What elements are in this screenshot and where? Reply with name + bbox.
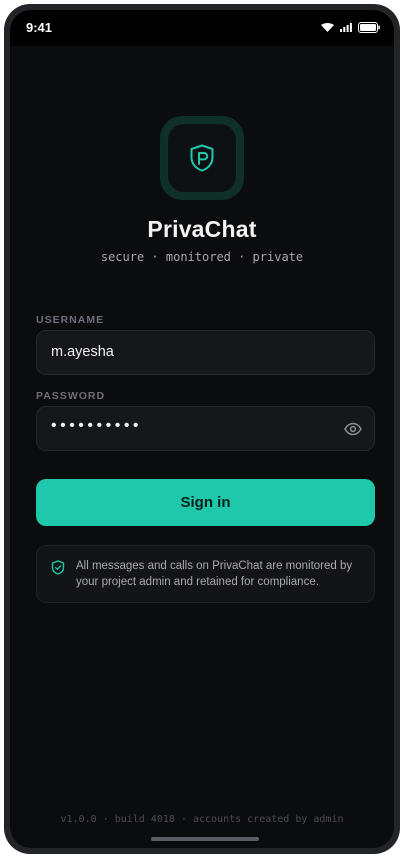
app-tagline: secure · monitored · private: [100, 250, 304, 264]
password-label: PASSWORD: [36, 390, 106, 402]
sign-in-button[interactable]: Sign in: [36, 479, 375, 526]
status-bar: 9:41: [10, 10, 394, 46]
eye-icon[interactable]: [344, 421, 362, 437]
login-screen: 9:41 PrivaChat secure · monitored · priv…: [10, 10, 394, 848]
phone-frame: 9:41 PrivaChat secure · monitored · priv…: [4, 4, 400, 854]
password-field[interactable]: ••••••••••: [36, 406, 375, 451]
shield-p-icon: [190, 144, 214, 172]
app-title: PrivaChat: [147, 216, 257, 242]
app-logo: [160, 116, 244, 200]
status-time: 9:41: [26, 20, 53, 35]
wifi-icon: [321, 23, 334, 32]
notice-text: All messages and calls on PrivaChat are …: [76, 560, 353, 588]
status-icons: [321, 22, 380, 33]
username-value: m.ayesha: [51, 344, 114, 360]
username-field[interactable]: m.ayesha: [36, 330, 375, 375]
username-label: USERNAME: [36, 314, 105, 326]
monitoring-notice: All messages and calls on PrivaChat are …: [36, 545, 375, 603]
version-footer: v1.0.0 · build 4018 · accounts created b…: [60, 814, 344, 825]
home-indicator[interactable]: [151, 837, 259, 841]
password-value: ••••••••••: [51, 417, 143, 434]
shield-check-icon: [51, 560, 65, 575]
signal-icon: [340, 23, 352, 32]
battery-icon: [358, 22, 380, 33]
